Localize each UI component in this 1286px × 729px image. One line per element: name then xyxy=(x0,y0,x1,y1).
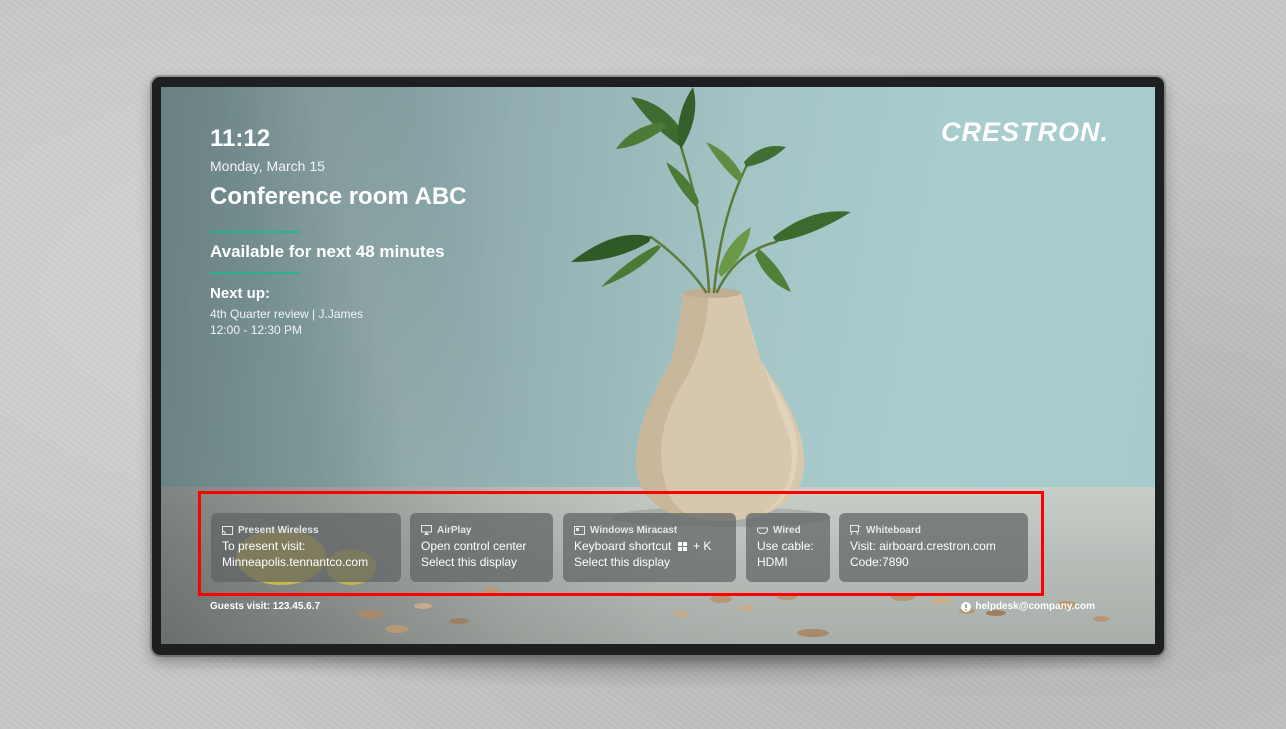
availability-status: Available for next 48 minutes xyxy=(210,242,445,261)
crestron-logo: CRESTRON. xyxy=(940,117,1109,147)
next-up-heading: Next up: xyxy=(210,285,270,302)
clock-time: 11:12 xyxy=(210,125,271,152)
accent-divider xyxy=(210,231,300,233)
room-name: Conference room ABC xyxy=(210,183,467,210)
help-icon xyxy=(961,601,972,612)
next-meeting-title: 4th Quarter review | J.James xyxy=(210,307,364,321)
guest-access-address: Guests visit: 123.45.6.7 xyxy=(210,601,321,612)
accent-divider xyxy=(210,272,300,274)
highlight-box xyxy=(198,491,1044,596)
current-date: Monday, March 15 xyxy=(210,158,325,174)
helpdesk-contact: helpdesk@company.com xyxy=(961,601,1095,612)
next-meeting-time: 12:00 - 12:30 PM xyxy=(210,323,303,337)
helpdesk-email[interactable]: helpdesk@company.com xyxy=(975,601,1095,612)
